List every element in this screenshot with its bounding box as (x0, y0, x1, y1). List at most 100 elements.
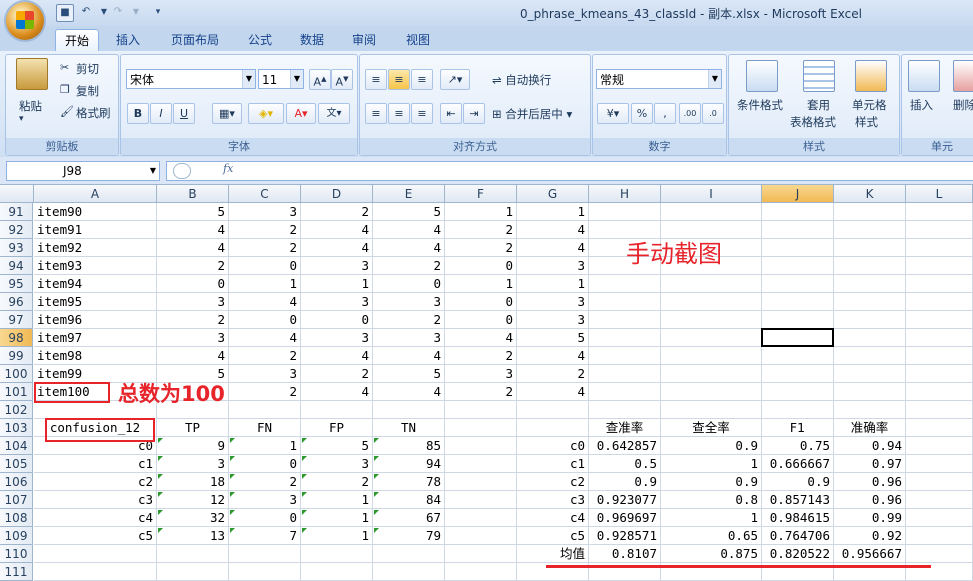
cell-e100[interactable]: 5 (373, 365, 445, 383)
cell-i109[interactable]: 0.65 (661, 527, 762, 545)
column-header-g[interactable]: G (517, 185, 589, 203)
expand-handle-icon[interactable] (173, 163, 191, 179)
cell-b98[interactable]: 3 (157, 329, 229, 347)
cell-l103[interactable] (906, 419, 973, 437)
cell-h91[interactable] (589, 203, 661, 221)
cell-k93[interactable] (834, 239, 906, 257)
cell-f96[interactable]: 0 (445, 293, 517, 311)
cell-c94[interactable]: 0 (229, 257, 301, 275)
font-name-combo[interactable]: 宋体 ▼ (126, 69, 256, 89)
cell-l102[interactable] (906, 401, 973, 419)
customize-qat-icon[interactable]: ▾ (150, 4, 166, 20)
cell-h99[interactable] (589, 347, 661, 365)
cell-h95[interactable] (589, 275, 661, 293)
column-header-i[interactable]: I (661, 185, 762, 203)
column-header-d[interactable]: D (301, 185, 373, 203)
cell-f93[interactable]: 2 (445, 239, 517, 257)
cell-c93[interactable]: 2 (229, 239, 301, 257)
cell-i104[interactable]: 0.9 (661, 437, 762, 455)
cell-f103[interactable] (445, 419, 517, 437)
cell-k105[interactable]: 0.97 (834, 455, 906, 473)
cell-c105[interactable]: 0 (229, 455, 301, 473)
column-header-b[interactable]: B (157, 185, 229, 203)
cell-h104[interactable]: 0.642857 (589, 437, 661, 455)
cell-h106[interactable]: 0.9 (589, 473, 661, 491)
cell-d94[interactable]: 3 (301, 257, 373, 275)
row-header[interactable]: 104 (0, 437, 33, 455)
cell-a99[interactable]: item98 (34, 347, 157, 365)
cell-b91[interactable]: 5 (157, 203, 229, 221)
insert-cells-button[interactable]: 插入 (910, 97, 933, 113)
cell-f110[interactable] (445, 545, 517, 563)
cut-button[interactable]: 剪切 (76, 61, 99, 77)
fill-color-button[interactable]: ◈▾ (248, 103, 284, 124)
cell-f105[interactable] (445, 455, 517, 473)
cell-k91[interactable] (834, 203, 906, 221)
insert-cells-icon[interactable] (908, 60, 940, 92)
cell-l108[interactable] (906, 509, 973, 527)
chevron-down-icon[interactable]: ▼ (708, 70, 721, 88)
cell-k106[interactable]: 0.96 (834, 473, 906, 491)
cell-styles-label-1[interactable]: 单元格 (852, 97, 887, 113)
cell-f102[interactable] (445, 401, 517, 419)
cell-i105[interactable]: 1 (661, 455, 762, 473)
cell-e106[interactable]: 78 (373, 473, 445, 491)
row-header[interactable]: 107 (0, 491, 33, 509)
select-all-corner[interactable] (0, 185, 34, 203)
row-header[interactable]: 105 (0, 455, 33, 473)
cell-d105[interactable]: 3 (301, 455, 373, 473)
row-header[interactable]: 96 (0, 293, 33, 311)
cell-e109[interactable]: 79 (373, 527, 445, 545)
cell-g103[interactable] (517, 419, 589, 437)
cell-l96[interactable] (906, 293, 973, 311)
column-header-k[interactable]: K (834, 185, 906, 203)
cell-styles-label-2[interactable]: 样式 (855, 114, 878, 130)
cell-l104[interactable] (906, 437, 973, 455)
cell-k107[interactable]: 0.96 (834, 491, 906, 509)
cell-a110[interactable] (34, 545, 157, 563)
cell-l109[interactable] (906, 527, 973, 545)
comma-button[interactable]: , (654, 103, 676, 124)
column-header-a[interactable]: A (34, 185, 157, 203)
paste-icon[interactable] (16, 58, 48, 90)
cell-j94[interactable] (762, 257, 834, 275)
cell-f106[interactable] (445, 473, 517, 491)
cell-l110[interactable] (906, 545, 973, 563)
cell-i91[interactable] (661, 203, 762, 221)
cell-f111[interactable] (445, 563, 517, 581)
cell-f97[interactable]: 0 (445, 311, 517, 329)
cell-b107[interactable]: 12 (157, 491, 229, 509)
cell-h97[interactable] (589, 311, 661, 329)
cell-g96[interactable]: 3 (517, 293, 589, 311)
format-painter-button[interactable]: 格式刷 (76, 105, 111, 121)
underline-button[interactable]: U (173, 103, 195, 124)
cell-d96[interactable]: 3 (301, 293, 373, 311)
name-box[interactable]: J98 ▼ (6, 161, 160, 181)
cell-d108[interactable]: 1 (301, 509, 373, 527)
cell-l107[interactable] (906, 491, 973, 509)
cell-c110[interactable] (229, 545, 301, 563)
cell-d100[interactable]: 2 (301, 365, 373, 383)
row-header[interactable]: 95 (0, 275, 33, 293)
column-header-j[interactable]: J (762, 185, 834, 203)
cell-l105[interactable] (906, 455, 973, 473)
cell-k101[interactable] (834, 383, 906, 401)
cell-c92[interactable]: 2 (229, 221, 301, 239)
cell-i103[interactable]: 查全率 (661, 419, 762, 437)
formula-input[interactable]: fx (166, 161, 973, 181)
paste-button[interactable]: 粘贴 (19, 98, 42, 114)
cell-d91[interactable]: 2 (301, 203, 373, 221)
cell-a95[interactable]: item94 (34, 275, 157, 293)
cell-k97[interactable] (834, 311, 906, 329)
cell-b97[interactable]: 2 (157, 311, 229, 329)
italic-button[interactable]: I (150, 103, 172, 124)
cell-b104[interactable]: 9 (157, 437, 229, 455)
cell-c103[interactable]: FN (229, 419, 301, 437)
cell-g107[interactable]: c3 (517, 491, 589, 509)
cell-f94[interactable]: 0 (445, 257, 517, 275)
cell-f109[interactable] (445, 527, 517, 545)
column-header-h[interactable]: H (589, 185, 661, 203)
cell-b96[interactable]: 3 (157, 293, 229, 311)
cell-j95[interactable] (762, 275, 834, 293)
cell-c111[interactable] (229, 563, 301, 581)
